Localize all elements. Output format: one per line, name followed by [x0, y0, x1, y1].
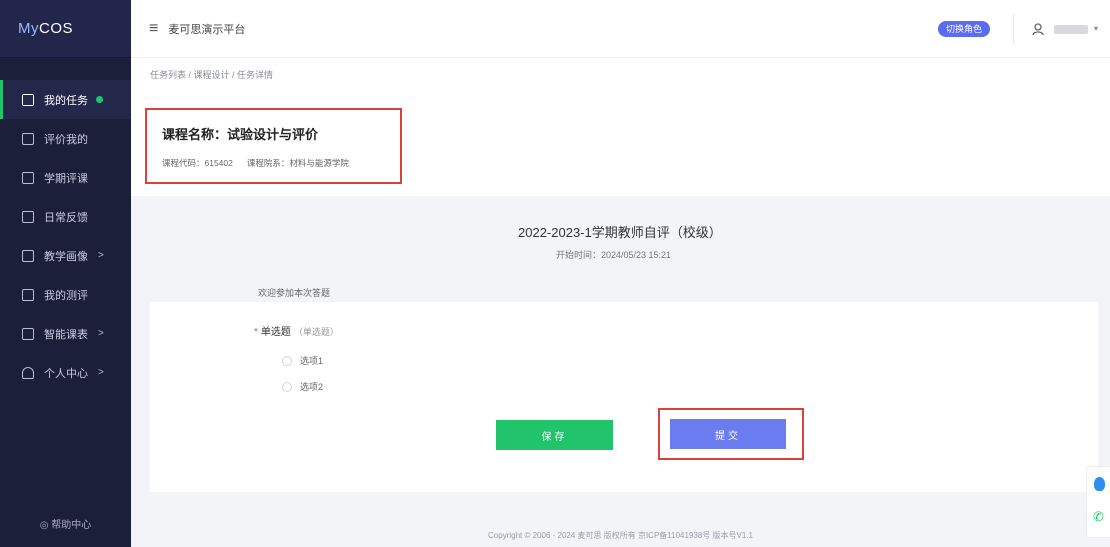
sidebar-item-label: 教学画像 [44, 250, 88, 263]
assessment-icon [22, 288, 34, 301]
topbar-divider [1013, 14, 1014, 44]
sidebar-item-label: 日常反馈 [44, 211, 88, 224]
schedule-icon [22, 327, 34, 340]
chevron-down-icon[interactable]: ▾ [1094, 24, 1098, 33]
survey-title: 2022-2023-1学期教师自评（校级） [518, 225, 722, 240]
app-root: My COS 我的任务 评价我的 学期评课 日常反馈 教学画像 > 我的测评 智… [0, 0, 1110, 547]
save-button[interactable]: 保存 [496, 420, 613, 450]
sidebar-item-label: 我的任务 [44, 94, 88, 107]
logo-suffix: COS [39, 20, 74, 37]
platform-title: 麦可思演示平台 [168, 23, 246, 36]
option-1[interactable]: 选项1 [282, 354, 323, 367]
radio-button[interactable] [282, 381, 292, 392]
switch-role-badge[interactable]: 切换角色 [937, 21, 990, 37]
chevron-right-icon: > [98, 250, 104, 261]
chevron-right-icon: > [98, 328, 104, 339]
floating-contact-tools: ✆ [1086, 466, 1110, 538]
submit-button[interactable]: 提交 [670, 419, 786, 449]
course-title: 课程名称：试验设计与评价 [162, 127, 319, 142]
chevron-right-icon: > [98, 367, 104, 378]
help-center-link[interactable]: ◎ 帮助中心 [0, 516, 131, 531]
breadcrumb[interactable]: 任务列表 / 课程设计 / 任务详情 [150, 68, 273, 81]
course-code: 课程代码：615402 [162, 158, 233, 168]
sidebar-item-teaching-portrait[interactable]: 教学画像 > [0, 236, 131, 275]
sidebar-item-label: 我的测评 [44, 289, 88, 302]
option-2[interactable]: 选项2 [282, 380, 323, 393]
question-label: * 单选题 （单选题） [254, 323, 339, 338]
sidebar-item-personal-center[interactable]: 个人中心 > [0, 353, 131, 392]
review-icon [22, 171, 34, 184]
required-mark: * [254, 327, 258, 338]
course-header: 任务列表 / 课程设计 / 任务详情 课程名称：试验设计与评价 课程代码：615… [131, 58, 1110, 196]
sidebar-item-label: 学期评课 [44, 172, 88, 185]
survey-section: 2022-2023-1学期教师自评（校级） 开始时间：2024/05/23 15… [131, 196, 1110, 496]
task-icon [22, 93, 34, 106]
course-meta: 课程代码：615402 课程院系：材料与能源学院 [162, 157, 349, 169]
option-label: 选项2 [300, 382, 324, 392]
main-content: 任务列表 / 课程设计 / 任务详情 课程名称：试验设计与评价 课程代码：615… [131, 58, 1110, 547]
chat-icon[interactable] [1094, 477, 1105, 491]
option-label: 选项1 [300, 356, 324, 366]
phone-icon[interactable]: ✆ [1093, 509, 1104, 525]
course-department: 课程院系：材料与能源学院 [246, 158, 349, 168]
sidebar-item-evaluate-me[interactable]: 评价我的 [0, 119, 131, 158]
sidebar-item-my-assessment[interactable]: 我的测评 [0, 275, 131, 314]
sidebar-item-label: 智能课表 [44, 328, 88, 341]
sidebar-item-my-tasks[interactable]: 我的任务 [0, 80, 131, 119]
course-info-highlight: 课程名称：试验设计与评价 课程代码：615402 课程院系：材料与能源学院 [145, 108, 402, 184]
feedback-icon [22, 210, 34, 223]
user-icon[interactable] [1032, 23, 1044, 39]
sidebar-item-semester-review[interactable]: 学期评课 [0, 158, 131, 197]
survey-start-time: 开始时间：2024/05/23 15:21 [556, 250, 672, 260]
question-card: * 单选题 （单选题） 选项1 选项2 保存 提交 [150, 302, 1098, 492]
sidebar: My COS 我的任务 评价我的 学期评课 日常反馈 教学画像 > 我的测评 智… [0, 0, 131, 547]
menu-toggle-icon[interactable]: ≡ [149, 20, 158, 38]
person-icon [22, 366, 34, 379]
radio-button[interactable] [282, 355, 292, 366]
question-title: 单选题 [260, 327, 291, 338]
user-name-redacted[interactable] [1054, 25, 1088, 34]
sidebar-item-daily-feedback[interactable]: 日常反馈 [0, 197, 131, 236]
portrait-icon [22, 249, 34, 262]
question-hint: （单选题） [293, 327, 339, 337]
logo-prefix: My [18, 20, 39, 37]
sidebar-item-label: 个人中心 [44, 367, 88, 380]
sidebar-item-smart-schedule[interactable]: 智能课表 > [0, 314, 131, 353]
notification-dot [96, 96, 103, 103]
top-bar: ≡ 麦可思演示平台 切换角色 ▾ [131, 0, 1110, 58]
welcome-text: 欢迎参加本次答题 [258, 288, 331, 298]
app-logo[interactable]: My COS [0, 0, 131, 58]
evaluation-icon [22, 132, 34, 145]
copyright-footer: Copyright © 2006 - 2024 麦可思 版权所有 京ICP备11… [488, 531, 753, 540]
sidebar-nav: 我的任务 评价我的 学期评课 日常反馈 教学画像 > 我的测评 智能课表 > 个… [0, 80, 131, 392]
sidebar-item-label: 评价我的 [44, 133, 88, 146]
